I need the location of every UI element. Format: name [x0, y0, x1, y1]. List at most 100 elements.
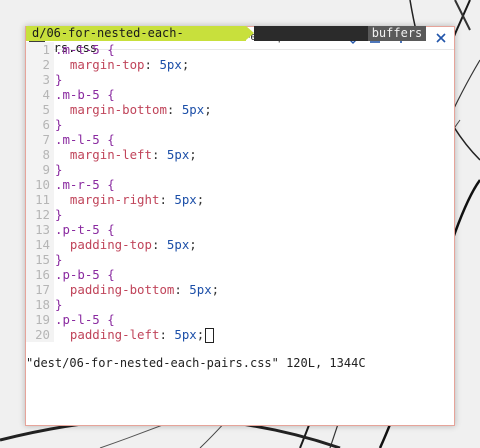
css-selector: .p-b-5: [55, 267, 100, 282]
editor-line: 15}: [26, 252, 426, 267]
css-selector: .m-r-5: [55, 177, 100, 192]
css-value: 5px: [181, 102, 205, 117]
css-property: margin-top: [69, 57, 145, 72]
line-number: 4: [26, 87, 54, 102]
editor-line: 18}: [26, 297, 426, 312]
editor-line: 8 margin-left: 5px;: [26, 147, 426, 162]
code-text: margin-right: 5px;: [69, 192, 205, 207]
editor-line: 11 margin-right: 5px;: [26, 192, 426, 207]
css-value: 5px: [166, 147, 190, 162]
code-text: padding-left: 5px;: [54, 327, 215, 343]
tab-separator-arrow: [246, 26, 254, 40]
editor-line: 17 padding-bottom: 5px;: [26, 282, 426, 297]
css-property: margin-right: [69, 192, 160, 207]
editor-line: 5 margin-bottom: 5px;: [26, 102, 426, 117]
editor-line: 4 .m-b-5 {: [26, 87, 426, 102]
code-text: }: [54, 297, 62, 312]
line-number: 1: [26, 42, 54, 57]
code-text: .p-l-5 {: [54, 312, 115, 327]
code-text: padding-top: 5px;: [69, 237, 197, 252]
editor-line: 10 .m-r-5 {: [26, 177, 426, 192]
line-number: 12: [26, 207, 54, 222]
css-property: padding-left: [69, 327, 160, 342]
code-text: .p-b-5 {: [54, 267, 115, 282]
css-value: 5px: [174, 327, 197, 342]
editor-line: 19 .p-l-5 {: [26, 312, 426, 327]
css-selector: .p-t-5: [55, 222, 100, 237]
closing-brace: }: [55, 207, 63, 222]
line-number: 11: [26, 192, 54, 207]
line-number: 3: [26, 72, 54, 87]
line-number: 10: [26, 177, 54, 192]
active-buffer-tab[interactable]: d/06-for-nested-each-pairs.css: [26, 26, 246, 55]
css-selector: .m-b-5: [55, 87, 100, 102]
line-number: 8: [26, 147, 54, 162]
closing-brace: }: [55, 297, 63, 312]
code-text: }: [54, 252, 62, 267]
opening-brace: {: [99, 132, 115, 147]
editor-line: 16 .p-b-5 {: [26, 267, 426, 282]
line-number: 15: [26, 252, 54, 267]
css-property: padding-top: [69, 237, 152, 252]
editor-line: 7 .m-l-5 {: [26, 132, 426, 147]
editor-line: 9}: [26, 162, 426, 177]
code-text: .m-l-5 {: [54, 132, 115, 147]
closing-brace: }: [55, 117, 63, 132]
code-text: }: [54, 117, 62, 132]
code-text: }: [54, 207, 62, 222]
line-number: 6: [26, 117, 54, 132]
vim-command-line: "dest/06-for-nested-each-pairs.css" 120L…: [26, 356, 366, 370]
line-number: 14: [26, 237, 54, 252]
css-value: 5px: [189, 282, 212, 297]
editor-line: 12}: [26, 207, 426, 222]
line-number: 17: [26, 282, 54, 297]
css-property: margin-bottom: [69, 102, 167, 117]
code-text: }: [54, 162, 62, 177]
closing-brace: }: [55, 162, 63, 177]
code-text: .m-t-5 {: [54, 42, 115, 57]
close-icon[interactable]: [432, 29, 450, 47]
code-text: margin-top: 5px;: [69, 57, 190, 72]
opening-brace: {: [99, 222, 115, 237]
editor-line: 1 .m-t-5 {: [26, 42, 426, 57]
line-number: 13: [26, 222, 54, 237]
line-number: 7: [26, 132, 54, 147]
buffers-label: buffers: [368, 26, 426, 41]
css-selector: .p-l-5: [55, 312, 100, 327]
code-text: .p-t-5 {: [54, 222, 115, 237]
editor-line: 14 padding-top: 5px;: [26, 237, 426, 252]
code-text: margin-bottom: 5px;: [69, 102, 212, 117]
opening-brace: {: [99, 177, 115, 192]
opening-brace: {: [99, 312, 115, 327]
code-text: margin-left: 5px;: [69, 147, 197, 162]
line-number: 2: [26, 57, 54, 72]
editor-line: 20 padding-left: 5px;: [26, 327, 426, 343]
line-number: 9: [26, 162, 54, 177]
closing-brace: }: [55, 252, 63, 267]
css-value: 5px: [174, 192, 197, 207]
css-property: padding-bottom: [69, 282, 175, 297]
css-value: 5px: [159, 57, 182, 72]
line-number: 16: [26, 267, 54, 282]
css-value: 5px: [166, 237, 190, 252]
vim-editor-buffer[interactable]: 1 .m-t-5 {2 margin-top: 5px; 3} 4 .m-b-5 {5 …: [26, 42, 426, 343]
line-number: 19: [26, 312, 54, 327]
css-selector: .m-t-5: [55, 42, 100, 57]
editor-line: 13 .p-t-5 {: [26, 222, 426, 237]
text-cursor: [205, 328, 215, 343]
editor-line: 2 margin-top: 5px;: [26, 57, 426, 72]
css-property: margin-left: [69, 147, 152, 162]
code-text: padding-bottom: 5px;: [69, 282, 220, 297]
line-number: 20: [26, 327, 54, 342]
code-text: }: [54, 72, 62, 87]
tabline-fill: [254, 26, 374, 41]
code-text: .m-b-5 {: [54, 87, 115, 102]
opening-brace: {: [99, 87, 115, 102]
opening-brace: {: [99, 42, 115, 57]
line-number: 5: [26, 102, 54, 117]
vim-tabline: d/06-for-nested-each-pairs.css buffers: [26, 26, 426, 55]
opening-brace: {: [99, 267, 115, 282]
code-text: .m-r-5 {: [54, 177, 115, 192]
editor-line: 6}: [26, 117, 426, 132]
css-selector: .m-l-5: [55, 132, 100, 147]
